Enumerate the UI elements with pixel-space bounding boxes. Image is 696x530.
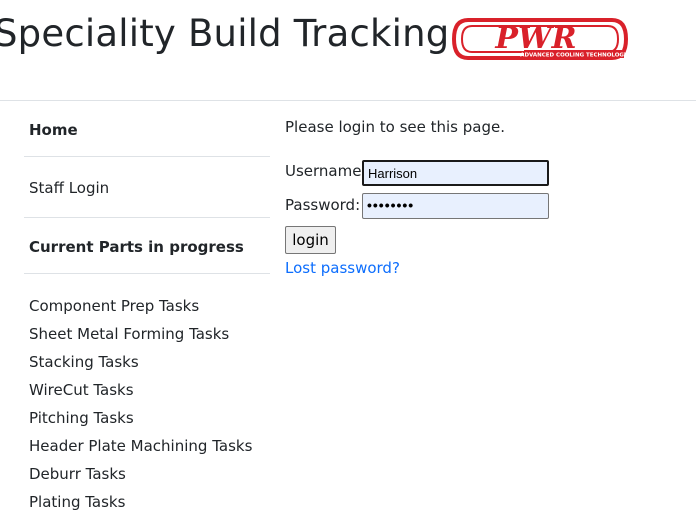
pwr-logo[interactable]: PWR ADVANCED COOLING TECHNOLOGY <box>450 12 630 66</box>
task-link-sheet-metal-forming[interactable]: Sheet Metal Forming Tasks <box>29 320 270 348</box>
task-link-stacking[interactable]: Stacking Tasks <box>29 348 270 376</box>
password-label: Password: <box>285 196 361 214</box>
task-list: Component Prep Tasks Sheet Metal Forming… <box>24 274 270 516</box>
sidebar-item-home[interactable]: Home <box>24 101 270 157</box>
sidebar-item-staff-login[interactable]: Staff Login <box>24 157 270 218</box>
username-input[interactable]: Harrison <box>362 160 549 186</box>
password-input[interactable]: •••••••• <box>362 193 549 219</box>
task-link-wirecut[interactable]: WireCut Tasks <box>29 376 270 404</box>
site-title: Speciality Build Tracking <box>0 12 450 55</box>
task-link-deburr[interactable]: Deburr Tasks <box>29 460 270 488</box>
task-link-header-plate-machining[interactable]: Header Plate Machining Tasks <box>29 432 270 460</box>
logo-tagline: ADVANCED COOLING TECHNOLOGY <box>520 53 629 59</box>
login-button[interactable]: login <box>285 226 336 254</box>
task-link-plating[interactable]: Plating Tasks <box>29 488 270 516</box>
task-link-pitching[interactable]: Pitching Tasks <box>29 404 270 432</box>
sidebar-item-current-parts[interactable]: Current Parts in progress <box>24 218 270 274</box>
sidebar: Home Staff Login Current Parts in progre… <box>24 101 270 516</box>
login-message: Please login to see this page. <box>285 118 505 136</box>
task-link-component-prep[interactable]: Component Prep Tasks <box>29 292 270 320</box>
username-label: Username: <box>285 162 367 180</box>
lost-password-link[interactable]: Lost password? <box>285 259 400 277</box>
